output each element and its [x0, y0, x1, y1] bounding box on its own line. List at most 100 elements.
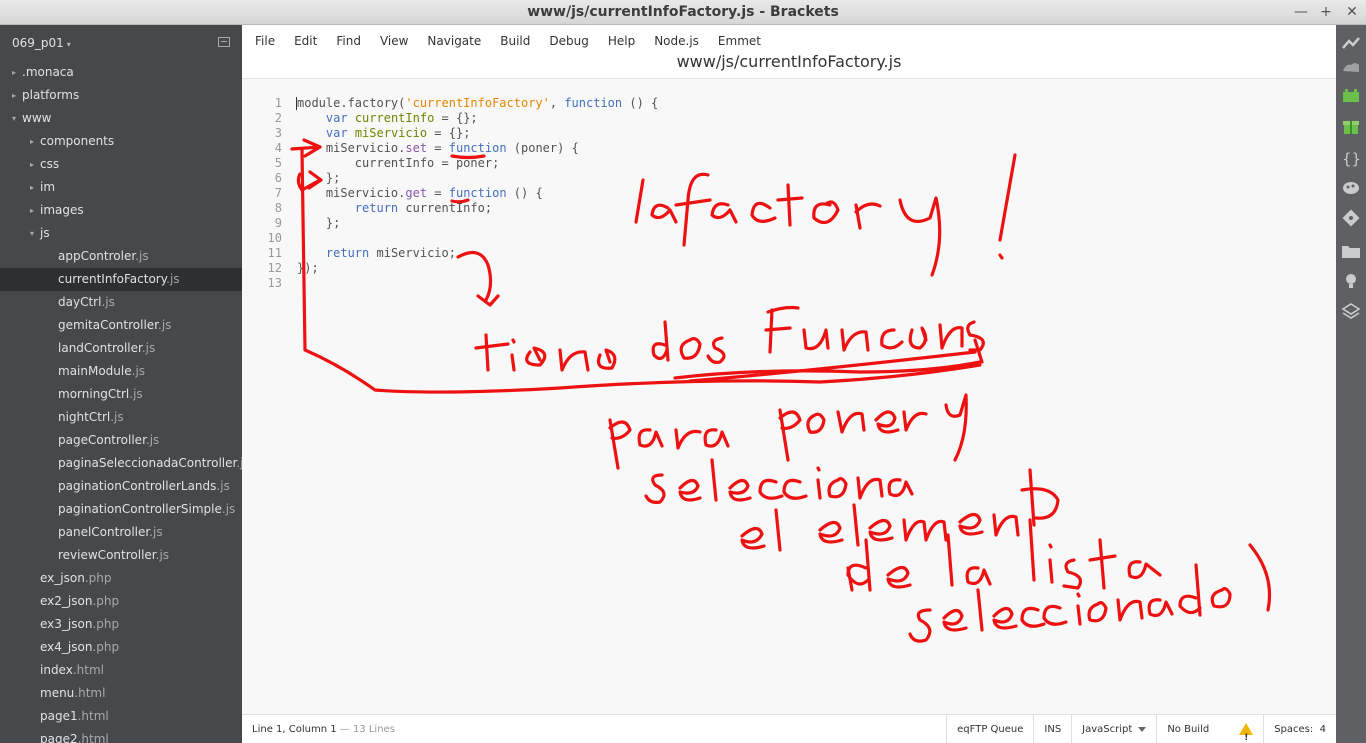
tree-file[interactable]: paginationControllerSimple.js — [0, 498, 242, 521]
code-line[interactable]: }); — [297, 261, 658, 276]
tree-folder[interactable]: ▸ im — [0, 176, 242, 199]
tree-file[interactable]: morningCtrl.js — [0, 383, 242, 406]
tree-file[interactable]: gemitaController.js — [0, 314, 242, 337]
tree-folder[interactable]: ▸ css — [0, 153, 242, 176]
tree-file[interactable]: paginationControllerLands.js — [0, 475, 242, 498]
tree-file[interactable]: ex4_json.php — [0, 636, 242, 659]
tree-folder[interactable]: ▸ images — [0, 199, 242, 222]
tree-file[interactable]: landController.js — [0, 337, 242, 360]
code-line[interactable]: return currentInfo; — [297, 201, 658, 216]
chevron-right-icon[interactable]: ▸ — [12, 84, 16, 107]
split-view-icon[interactable] — [218, 37, 230, 47]
menu-file[interactable]: File — [255, 34, 275, 48]
menu-edit[interactable]: Edit — [294, 34, 317, 48]
menu-emmet[interactable]: Emmet — [718, 34, 761, 48]
svg-text:{}: {} — [1342, 150, 1361, 168]
code-line[interactable]: miServicio.set = function (poner) { — [297, 141, 658, 156]
code-line[interactable]: currentInfo = poner; — [297, 156, 658, 171]
code-token: = — [427, 186, 449, 200]
eqftp-queue-button[interactable]: eqFTP Queue — [946, 715, 1033, 743]
tree-item-label: platforms — [22, 88, 80, 102]
tree-file[interactable]: nightCtrl.js — [0, 406, 242, 429]
tree-item-label: menu — [40, 686, 75, 700]
chevron-right-icon[interactable]: ▸ — [30, 199, 34, 222]
chevron-right-icon[interactable]: ▸ — [30, 176, 34, 199]
ins-toggle[interactable]: INS — [1033, 715, 1071, 743]
menu-build[interactable]: Build — [500, 34, 530, 48]
tree-folder[interactable]: ▾ js — [0, 222, 242, 245]
code-line[interactable] — [297, 276, 658, 291]
code-line[interactable]: return miServicio; — [297, 246, 658, 261]
tree-file[interactable]: panelController.js — [0, 521, 242, 544]
gift-icon[interactable] — [1341, 116, 1361, 136]
folder-icon[interactable] — [1341, 241, 1361, 261]
menu-find[interactable]: Find — [336, 34, 361, 48]
code-token: return — [354, 201, 399, 215]
language-select[interactable]: JavaScript — [1071, 715, 1156, 743]
code-editor[interactable]: 1 2 3 4 5 6 7 8 9 10 11 12 13 module.factory('curren… — [242, 80, 1336, 714]
close-icon[interactable]: ✕ — [1346, 0, 1358, 25]
tree-item-extension: .js — [158, 318, 172, 332]
tree-folder[interactable]: ▸ components — [0, 130, 242, 153]
tree-item-label: js — [40, 226, 50, 240]
menu-debug[interactable]: Debug — [549, 34, 588, 48]
theme-icon[interactable] — [1341, 178, 1361, 198]
code-line[interactable]: var miServicio = {}; — [297, 126, 658, 141]
tree-file[interactable]: ex_json.php — [0, 567, 242, 590]
chevron-down-icon — [1138, 726, 1147, 732]
tree-file[interactable]: reviewController.js — [0, 544, 242, 567]
tree-file[interactable]: currentInfoFactory.js — [0, 268, 242, 291]
tree-folder[interactable]: ▸ .monaca — [0, 61, 242, 84]
tree-folder[interactable]: ▾ www — [0, 107, 242, 130]
maximize-icon[interactable]: + — [1320, 0, 1332, 25]
code-line[interactable]: }; — [297, 216, 658, 231]
code-line[interactable] — [297, 231, 658, 246]
code-token: = {}; — [434, 111, 478, 125]
chevron-right-icon[interactable]: ▸ — [30, 130, 34, 153]
tree-item-label: page2 — [40, 732, 78, 743]
tree-folder[interactable]: ▸ platforms — [0, 84, 242, 107]
indent-setting[interactable]: Spaces: 4 — [1263, 715, 1336, 743]
tree-file[interactable]: paginaSeleccionadaController.js — [0, 452, 242, 475]
window-title: www/js/currentInfoFactory.js - Brackets — [527, 4, 839, 20]
braces-icon[interactable]: {} — [1341, 148, 1361, 168]
window-titlebar: www/js/currentInfoFactory.js - Brackets … — [0, 0, 1366, 25]
menu-navigate[interactable]: Navigate — [427, 34, 481, 48]
build-status[interactable]: No Build — [1156, 715, 1263, 743]
tree-file[interactable]: index.html — [0, 659, 242, 682]
tree-file[interactable]: ex3_json.php — [0, 613, 242, 636]
chevron-right-icon[interactable]: ▸ — [12, 61, 16, 84]
extension-manager-icon[interactable] — [1341, 57, 1361, 77]
code-line[interactable]: miServicio.get = function () { — [297, 186, 658, 201]
code-line[interactable]: var currentInfo = {}; — [297, 111, 658, 126]
tree-file[interactable]: appControler.js — [0, 245, 242, 268]
tree-file[interactable]: mainModule.js — [0, 360, 242, 383]
tree-file[interactable]: dayCtrl.js — [0, 291, 242, 314]
tree-item-label: ex_json — [40, 571, 85, 585]
tree-file[interactable]: pageController.js — [0, 429, 242, 452]
menu-help[interactable]: Help — [608, 34, 635, 48]
chevron-down-icon[interactable]: ▾ — [30, 222, 34, 245]
menu-nodejs[interactable]: Node.js — [654, 34, 699, 48]
chevron-down-icon[interactable]: ▾ — [12, 107, 16, 130]
menu-view[interactable]: View — [380, 34, 408, 48]
warning-icon[interactable] — [1239, 723, 1254, 743]
chevron-right-icon[interactable]: ▸ — [30, 153, 34, 176]
build-label: No Build — [1167, 724, 1210, 735]
layers-icon[interactable] — [1341, 302, 1361, 322]
bulb-icon[interactable] — [1341, 271, 1361, 291]
project-dropdown[interactable]: 069_p01 ▾ — [12, 36, 71, 50]
tree-file[interactable]: menu.html — [0, 682, 242, 705]
code-area[interactable]: module.factory('currentInfoFactory', fun… — [296, 96, 658, 291]
code-line[interactable]: module.factory('currentInfoFactory', fun… — [296, 96, 658, 111]
git-icon[interactable] — [1341, 208, 1361, 228]
live-preview-icon[interactable] — [1341, 34, 1361, 54]
spaces-value[interactable]: 4 — [1320, 724, 1326, 735]
tree-file[interactable]: page2.html — [0, 728, 242, 743]
menubar: File Edit Find View Navigate Build Debug… — [242, 25, 1336, 79]
tree-file[interactable]: ex2_json.php — [0, 590, 242, 613]
minimize-icon[interactable]: — — [1294, 0, 1308, 25]
code-line[interactable]: }; — [297, 171, 658, 186]
tree-file[interactable]: page1.html — [0, 705, 242, 728]
monaca-icon[interactable] — [1341, 85, 1361, 105]
